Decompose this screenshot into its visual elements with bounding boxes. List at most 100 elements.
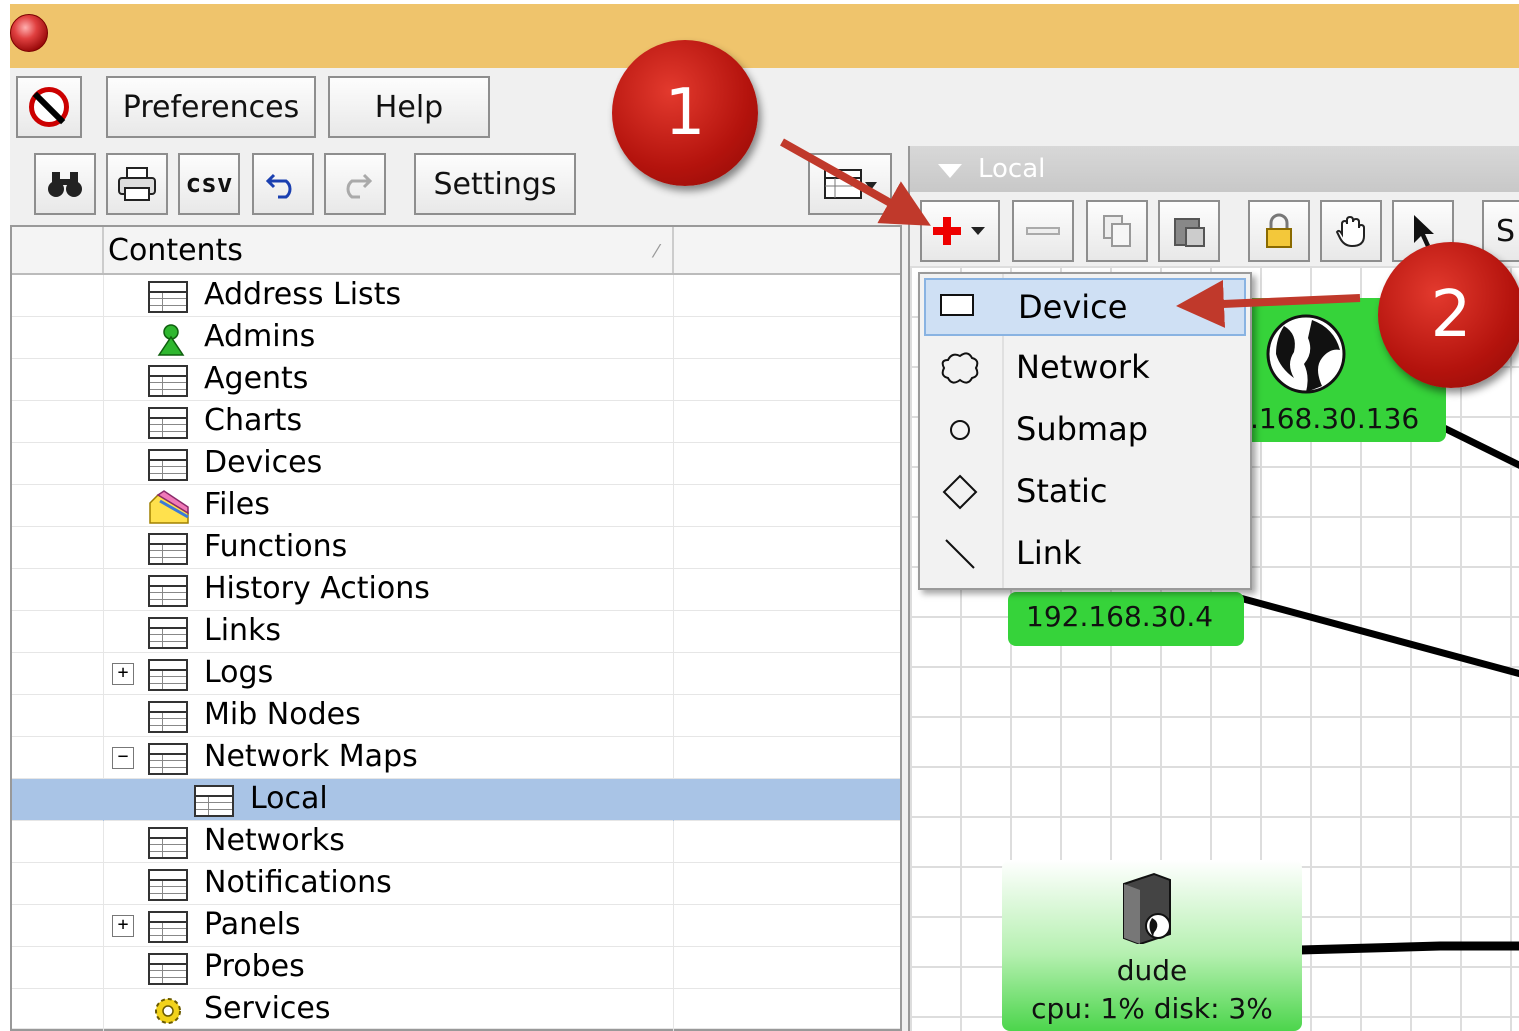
services-gear-icon [155, 998, 181, 1024]
tree-item-services[interactable]: Services [12, 989, 900, 1031]
remove-button[interactable] [1012, 200, 1074, 262]
tree-item-label: Address Lists [204, 277, 402, 312]
binoculars-icon [48, 172, 82, 197]
tree-item-history-actions[interactable]: History Actions [12, 569, 900, 611]
device-node-label: .168.30.136 [1250, 402, 1420, 435]
tree-item-label: Local [250, 781, 328, 816]
menu-item-static[interactable]: Static [924, 464, 1246, 522]
tree-item-functions[interactable]: Functions [12, 527, 900, 569]
callout-step-2: 2 [1378, 242, 1519, 388]
table-icon [148, 365, 188, 397]
link-line[interactable] [1438, 422, 1519, 469]
app-logo-icon [10, 14, 48, 52]
tree-item-label: Services [204, 991, 331, 1026]
hand-tool-button[interactable] [1320, 200, 1382, 262]
menu-item-device[interactable]: Device [924, 278, 1246, 336]
tree-item-label: Devices [204, 445, 323, 480]
redo-icon [346, 173, 372, 199]
menu-item-network[interactable]: Network [924, 340, 1246, 398]
sort-icon: ⁄ [654, 241, 658, 262]
callout-step-1: 1 [612, 40, 758, 186]
add-button[interactable] [920, 200, 1000, 262]
table-icon [148, 617, 188, 649]
tree-item-label: Panels [204, 907, 301, 942]
menu-item-label: Static [1016, 472, 1108, 510]
globe-icon [1266, 314, 1346, 394]
tree-item-address-lists[interactable]: Address Lists [12, 275, 900, 317]
line-icon [945, 539, 975, 569]
preferences-button[interactable]: Preferences [106, 76, 316, 138]
table-icon [148, 701, 188, 733]
rectangle-icon [940, 294, 974, 316]
lock-button[interactable] [1248, 200, 1310, 262]
menu-item-link[interactable]: Link [924, 526, 1246, 584]
paste-button[interactable] [1158, 200, 1220, 262]
csv-export-button[interactable]: csv [178, 153, 240, 215]
printer-icon [118, 167, 156, 201]
menu-item-label: Submap [1016, 410, 1148, 448]
menu-item-label: Network [1016, 348, 1150, 386]
tree-item-label: Probes [204, 949, 305, 984]
header-spacer [12, 227, 104, 273]
tree-item-label: Files [204, 487, 270, 522]
device-node-label: 192.168.30.4 [1026, 600, 1214, 633]
tree-item-links[interactable]: Links [12, 611, 900, 653]
tree-item-charts[interactable]: Charts [12, 401, 900, 443]
tree-item-mib-nodes[interactable]: Mib Nodes [12, 695, 900, 737]
table-icon [148, 533, 188, 565]
callout-number: 2 [1430, 278, 1472, 352]
columns-button[interactable] [808, 153, 892, 215]
menu-item-label: Device [1018, 288, 1128, 326]
print-button[interactable] [106, 153, 168, 215]
tree-item-probes[interactable]: Probes [12, 947, 900, 989]
expand-icon[interactable]: + [112, 915, 134, 937]
tree-item-devices[interactable]: Devices [12, 443, 900, 485]
table-icon [148, 869, 188, 901]
settings-button[interactable]: Settings [414, 153, 576, 215]
help-button[interactable]: Help [328, 76, 490, 138]
add-plus-icon [933, 217, 985, 245]
table-icon [148, 911, 188, 943]
contents-tree: Contents ⁄ Address Lists Admins Agents C… [10, 225, 902, 1031]
tab-collapse-icon[interactable] [938, 164, 962, 178]
dude-server-node[interactable]: dude cpu: 1% disk: 3% [1002, 860, 1302, 1031]
tree-item-local[interactable]: Local [12, 779, 900, 821]
table-icon [148, 743, 188, 775]
tree-item-label: Notifications [204, 865, 392, 900]
link-line[interactable] [1299, 941, 1519, 955]
admin-user-icon [157, 324, 185, 356]
tree-item-files[interactable]: Files [12, 485, 900, 527]
collapse-icon[interactable]: − [112, 747, 134, 769]
table-icon [148, 407, 188, 439]
tree-item-notifications[interactable]: Notifications [12, 863, 900, 905]
tree-item-admins[interactable]: Admins [12, 317, 900, 359]
tree-item-logs[interactable]: + Logs [12, 653, 900, 695]
cloud-icon [941, 352, 979, 384]
expand-icon[interactable]: + [112, 663, 134, 685]
table-columns-icon [824, 169, 877, 199]
contents-column-header[interactable]: Contents ⁄ [104, 227, 674, 273]
tree-item-label: Charts [204, 403, 303, 438]
lock-icon [1266, 213, 1292, 248]
undo-button[interactable] [252, 153, 314, 215]
disconnect-button[interactable] [16, 76, 82, 138]
tree-item-networks[interactable]: Networks [12, 821, 900, 863]
table-icon [148, 659, 188, 691]
table-icon [148, 449, 188, 481]
copy-button[interactable] [1086, 200, 1148, 262]
tree-item-label: History Actions [204, 571, 430, 606]
add-menu: Device Network Submap Static Link [918, 272, 1252, 590]
link-line[interactable] [1239, 594, 1519, 678]
dude-node-stats: cpu: 1% disk: 3% [1031, 992, 1273, 1025]
redo-button[interactable] [324, 153, 386, 215]
tree-item-panels[interactable]: + Panels [12, 905, 900, 947]
tree-item-network-maps[interactable]: − Network Maps [12, 737, 900, 779]
device-node-30-4[interactable]: 192.168.30.4 [1008, 592, 1244, 646]
menu-item-submap[interactable]: Submap [924, 402, 1246, 460]
tree-item-agents[interactable]: Agents [12, 359, 900, 401]
find-button[interactable] [34, 153, 96, 215]
table-icon [148, 281, 188, 313]
table-icon [194, 785, 234, 817]
map-tab-local[interactable]: Local [910, 146, 1519, 192]
table-icon [148, 953, 188, 985]
